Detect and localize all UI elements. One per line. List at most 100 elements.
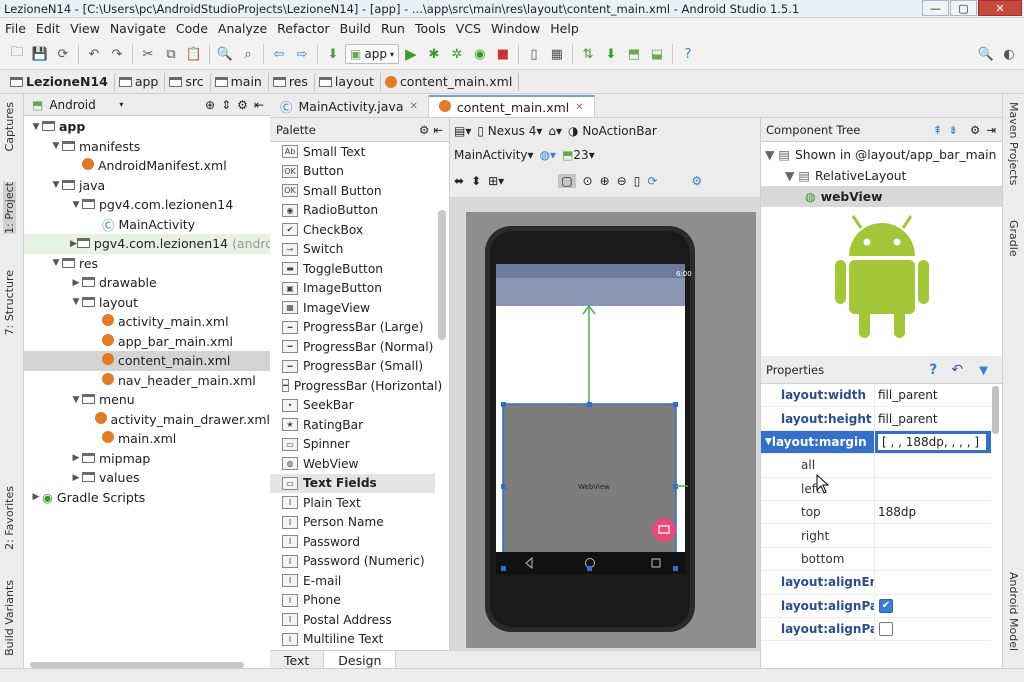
zoom-in-icon[interactable]: ⊕ — [600, 174, 610, 188]
tab-structure[interactable]: 7: Structure — [3, 270, 16, 335]
menu-window[interactable]: Window — [486, 21, 545, 36]
replace-icon[interactable]: ⌕ — [237, 43, 259, 65]
editor-tab[interactable]: Ⓒ MainActivity.java ✕ — [270, 95, 429, 117]
breadcrumb-item[interactable]: res — [272, 72, 315, 91]
gear-icon[interactable]: ⚙ — [419, 123, 429, 137]
fit-width-icon[interactable]: ⬌ — [454, 174, 464, 188]
breadcrumb-item[interactable]: src — [169, 72, 211, 91]
orientation-icon[interactable]: ⌂▾ — [548, 124, 562, 138]
debug-icon[interactable]: ✱ — [423, 43, 445, 65]
locale-globe-icon[interactable]: ◍▾ — [540, 148, 557, 162]
property-row[interactable]: layout:width fill_parent — [761, 384, 991, 408]
property-value[interactable]: fill_parent — [875, 412, 938, 426]
find-icon[interactable]: 🔍 — [214, 43, 236, 65]
redo-icon[interactable]: ↷ — [106, 43, 128, 65]
tab-captures[interactable]: Captures — [3, 102, 16, 151]
properties-scrollbar[interactable] — [992, 386, 999, 434]
property-row[interactable]: layout:alignParer — [761, 618, 991, 642]
property-value[interactable]: fill_parent — [875, 388, 938, 402]
palette-item[interactable]: ▣ ImageButton — [270, 279, 435, 299]
collapsed-arrow-icon[interactable]: ▶ — [30, 492, 42, 502]
expanded-arrow-icon[interactable]: ▼ — [765, 437, 772, 447]
palette-item[interactable]: ▬ ToggleButton — [270, 259, 435, 279]
tree-item[interactable]: app_bar_main.xml — [24, 332, 270, 352]
sdk-manager-icon[interactable]: ⬇ — [600, 43, 622, 65]
tree-item[interactable]: ▶ drawable — [24, 273, 270, 293]
settings-gear-icon[interactable]: ⚙ — [691, 174, 702, 188]
tree-item[interactable]: ▼ layout — [24, 293, 270, 313]
palette-item[interactable]: I Password — [270, 532, 435, 552]
palette-item[interactable]: I Postal Address — [270, 610, 435, 630]
menu-file[interactable]: File — [0, 21, 31, 36]
palette-item[interactable]: ★ RatingBar — [270, 415, 435, 435]
checkbox-unchecked[interactable] — [879, 622, 893, 637]
menu-navigate[interactable]: Navigate — [105, 21, 171, 36]
expanded-arrow-icon[interactable]: ▼ — [30, 122, 42, 132]
palette-item[interactable]: ━ ProgressBar (Small) — [270, 357, 435, 377]
menu-view[interactable]: View — [65, 21, 105, 36]
paste-icon[interactable]: 📋 — [183, 43, 205, 65]
property-value[interactable]: 188dp — [875, 505, 916, 519]
maximize-button[interactable]: ▢ — [950, 0, 977, 16]
tree-item[interactable]: ▶ pgv4.com.lezionen14(androidT — [24, 234, 270, 254]
palette-item[interactable]: ━ ProgressBar (Large) — [270, 318, 435, 338]
property-row[interactable]: layout:alignEnd — [761, 571, 991, 595]
palette-item[interactable]: Ab Small Text — [270, 142, 435, 162]
palette-item[interactable]: • SeekBar — [270, 396, 435, 416]
component-tree-item[interactable]: ▼ ▤ Shown in @layout/app_bar_main — [761, 144, 1002, 165]
restore-default-icon[interactable]: ↶ — [951, 362, 963, 378]
menu-code[interactable]: Code — [171, 21, 213, 36]
chevron-down-icon[interactable]: ▾ — [119, 100, 123, 109]
android-monitor-icon[interactable]: ⬒ — [623, 43, 645, 65]
tree-item[interactable]: ▼ pgv4.com.lezionen14 — [24, 195, 270, 215]
menu-help[interactable]: Help — [545, 21, 584, 36]
close-button[interactable]: ✕ — [978, 0, 1022, 16]
extra-icon[interactable]: ◐ — [998, 43, 1020, 65]
palette-item[interactable]: ✔ CheckBox — [270, 220, 435, 240]
menu-run[interactable]: Run — [376, 21, 410, 36]
palette-item[interactable]: I Phone — [270, 591, 435, 611]
coverage-icon[interactable]: ◉ — [469, 43, 491, 65]
collapse-all-icon[interactable]: ⇟ — [948, 123, 958, 137]
breadcrumb-item[interactable]: LezioneN14 — [10, 72, 115, 91]
collapsed-arrow-icon[interactable]: ▶ — [70, 453, 82, 463]
menu-analyze[interactable]: Analyze — [213, 21, 272, 36]
help-icon[interactable]: ? — [929, 362, 937, 378]
tree-item[interactable]: ▼ manifests — [24, 137, 270, 157]
expanded-arrow-icon[interactable]: ▼ — [70, 297, 82, 307]
undo-icon[interactable]: ↶ — [83, 43, 105, 65]
hide-panel-icon[interactable]: ⇤ — [254, 98, 264, 112]
copy-icon[interactable]: ⧉ — [160, 43, 182, 65]
breadcrumb-item[interactable]: layout — [318, 72, 381, 91]
palette-item[interactable]: ▦ ImageView — [270, 298, 435, 318]
tree-item[interactable]: ▶ values — [24, 468, 270, 488]
tree-item[interactable]: ▶ ◉ Gradle Scripts — [24, 488, 270, 508]
screenshot-icon[interactable]: ▯ — [634, 174, 641, 188]
expanded-arrow-icon[interactable]: ▼ — [70, 200, 82, 210]
sync-icon[interactable]: ⟳ — [52, 43, 74, 65]
layout-file-icon[interactable]: ▤▾ — [454, 124, 471, 138]
palette-item[interactable]: ⊸ Switch — [270, 240, 435, 260]
search-everywhere-icon[interactable]: 🔍 — [975, 43, 997, 65]
expand-all-icon[interactable]: ⇞ — [933, 123, 943, 137]
gear-icon[interactable]: ⚙ — [970, 123, 980, 137]
tab-android-model[interactable]: Android Model — [1007, 572, 1020, 651]
editor-tab[interactable]: content_main.xml ✕ — [428, 95, 595, 117]
expanded-arrow-icon[interactable]: ▼ — [50, 141, 62, 151]
gradle-sync-icon[interactable]: ⇅ — [577, 43, 599, 65]
expanded-arrow-icon[interactable]: ▼ — [70, 395, 82, 405]
property-row[interactable]: layout:height fill_parent — [761, 407, 991, 431]
palette-item[interactable]: ━ ProgressBar (Horizontal) — [270, 376, 442, 396]
menu-tools[interactable]: Tools — [410, 21, 451, 36]
palette-item[interactable]: ◍ WebView — [270, 454, 435, 474]
palette-item[interactable]: OK Button — [270, 162, 435, 182]
hide-panel-icon[interactable]: ⇥ — [986, 123, 996, 137]
avd-manager-icon[interactable]: ▯ — [523, 43, 545, 65]
collapsed-arrow-icon[interactable]: ▶ — [70, 473, 82, 483]
pan-icon[interactable]: ▢ — [558, 174, 576, 188]
open-folder-icon[interactable]: 🗀 — [6, 43, 28, 65]
project-structure-icon[interactable]: ▦ — [546, 43, 568, 65]
filter-icon[interactable]: ▼ — [979, 363, 988, 377]
menu-vcs[interactable]: VCS — [451, 21, 486, 36]
checkbox-checked[interactable]: ✔ — [879, 598, 893, 613]
